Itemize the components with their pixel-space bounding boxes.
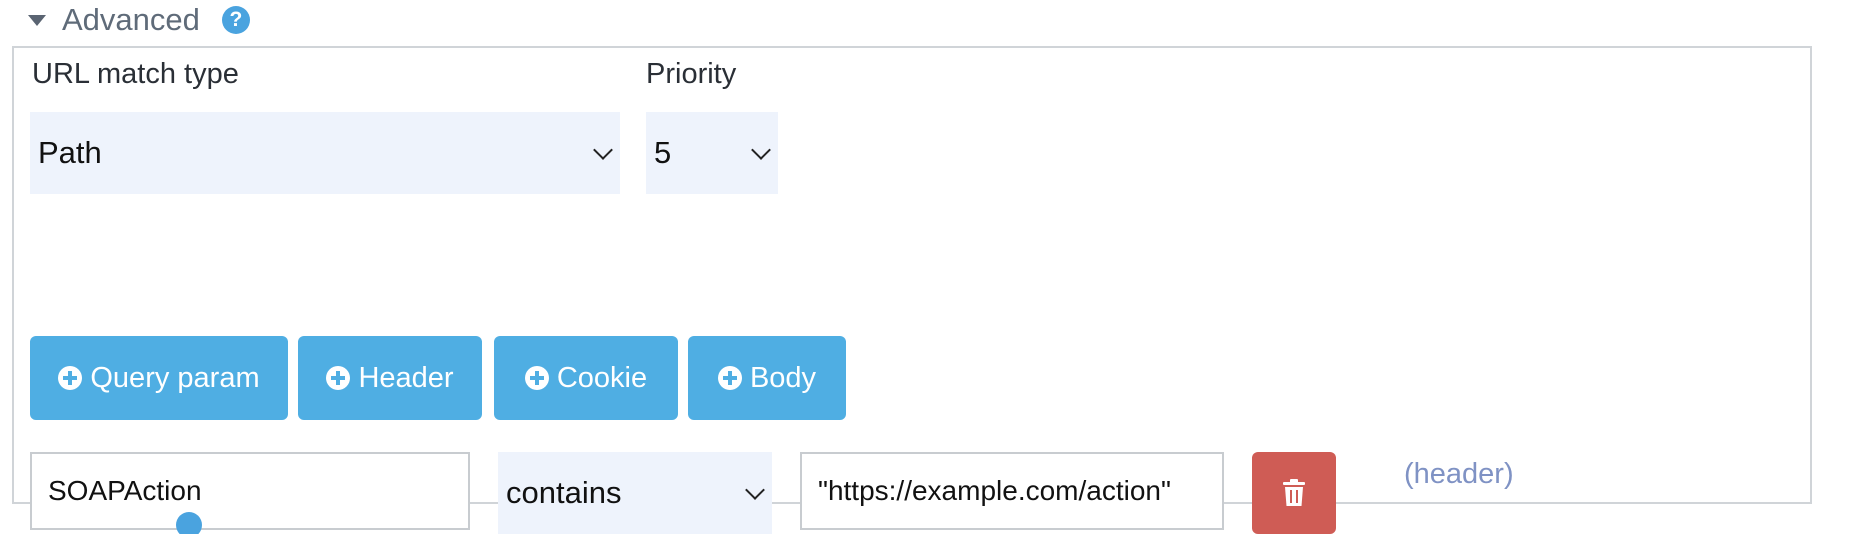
priority-select[interactable]: 5: [646, 112, 778, 194]
section-title: Advanced: [62, 2, 200, 37]
add-cookie-button[interactable]: Cookie: [494, 336, 678, 420]
help-icon[interactable]: ?: [221, 6, 250, 34]
matcher-operator-select[interactable]: contains: [498, 452, 772, 534]
add-header-label: Header: [358, 361, 454, 394]
chevron-down-icon: [751, 140, 771, 160]
plus-circle-icon: [326, 366, 351, 390]
url-match-type-label: URL match type: [32, 58, 239, 90]
matcher-type-tag: (header): [1404, 457, 1514, 490]
add-body-button[interactable]: Body: [688, 336, 846, 420]
add-query-param-label: Query param: [90, 361, 260, 394]
plus-circle-icon: [717, 366, 742, 390]
add-query-param-button[interactable]: Query param: [30, 336, 288, 420]
delete-matcher-button[interactable]: [1252, 452, 1336, 534]
priority-value: 5: [654, 135, 672, 170]
matcher-value-text: "https://example.com/action": [818, 475, 1171, 506]
add-body-label: Body: [749, 361, 817, 394]
add-header-button[interactable]: Header: [298, 336, 482, 420]
help-icon: [176, 512, 202, 534]
url-match-type-select[interactable]: Path: [30, 112, 620, 194]
caret-down-icon[interactable]: [28, 14, 46, 26]
matcher-key-value: SOAPAction: [48, 475, 202, 506]
trash-icon: [1283, 479, 1305, 506]
plus-circle-icon: [58, 366, 83, 390]
next-section-header-partial: [28, 504, 258, 534]
chevron-down-icon: [593, 140, 613, 160]
priority-label: Priority: [646, 58, 737, 90]
matcher-value-input[interactable]: "https://example.com/action": [800, 452, 1224, 530]
advanced-section-header[interactable]: Advanced ?: [28, 0, 250, 40]
chevron-down-icon: [745, 480, 765, 500]
add-cookie-label: Cookie: [556, 361, 648, 394]
matcher-operator-value: contains: [506, 475, 622, 510]
advanced-panel: URL match type Path Priority 5 Query par…: [12, 46, 1812, 534]
url-match-type-value: Path: [38, 135, 102, 170]
plus-circle-icon: [524, 366, 549, 390]
